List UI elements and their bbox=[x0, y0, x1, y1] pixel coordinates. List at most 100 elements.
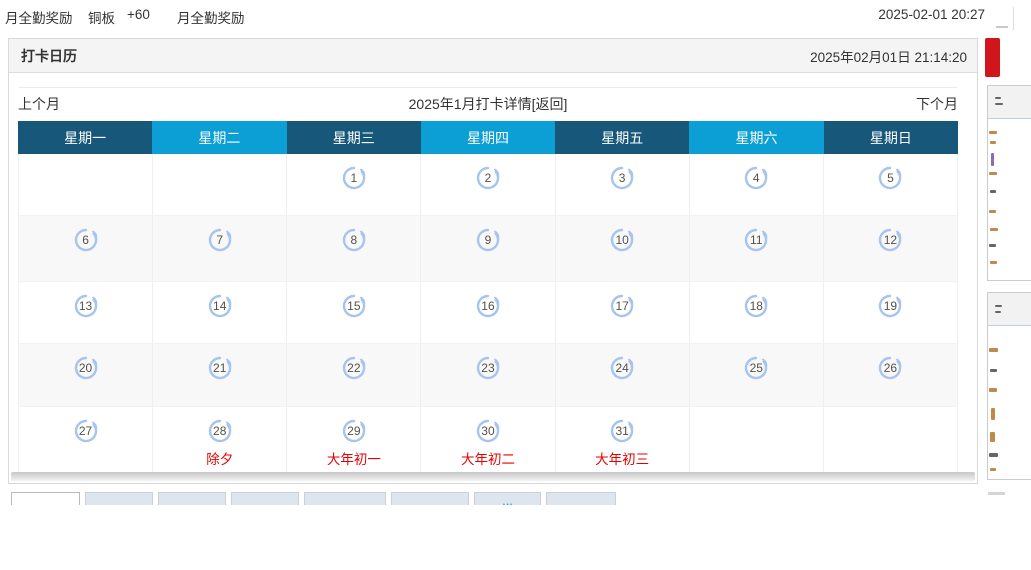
prev-month-link[interactable]: 上个月 bbox=[18, 94, 60, 114]
copper-coin-label: 铜板 bbox=[88, 11, 115, 26]
clipped-text-fragment bbox=[989, 131, 997, 134]
clipped-text-fragment bbox=[989, 244, 996, 247]
weekday-sun: 星期日 bbox=[823, 121, 958, 154]
day-status-icon: 11 bbox=[743, 227, 769, 253]
ellipsis-icon: ... bbox=[502, 493, 513, 505]
festival-label: 大年初三 bbox=[595, 452, 650, 467]
top-status-bar: 月全勤奖励 铜板 +60 月全勤奖励 2025-02-01 20:27 bbox=[0, 0, 1031, 30]
weekday-thu: 星期四 bbox=[420, 121, 556, 154]
topbar-datetime: 2025-02-01 20:27 bbox=[878, 7, 985, 22]
clipped-side-panel bbox=[987, 85, 1031, 281]
bottom-tab[interactable] bbox=[85, 492, 153, 505]
clipped-text-fragment bbox=[991, 408, 995, 420]
day-cell: 26 bbox=[823, 344, 958, 407]
weekday-wed: 星期三 bbox=[286, 121, 421, 154]
day-cell: 24 bbox=[555, 344, 690, 407]
day-status-icon: 10 bbox=[609, 227, 635, 253]
weekday-header-row: 星期一 星期二 星期三 星期四 星期五 星期六 星期日 bbox=[18, 121, 958, 154]
weekday-sat: 星期六 bbox=[689, 121, 824, 154]
day-status-icon: 1 bbox=[341, 165, 367, 191]
day-status-icon: 12 bbox=[877, 227, 903, 253]
bottom-tab-ellipsis[interactable]: ... bbox=[474, 492, 541, 505]
day-number: 14 bbox=[213, 299, 227, 313]
calendar-title[interactable]: 2025年1月打卡详情[返回] bbox=[409, 94, 568, 114]
day-cell: 27 bbox=[18, 407, 154, 477]
day-cell: 8 bbox=[287, 216, 422, 282]
day-status-icon: 2 bbox=[475, 165, 501, 191]
checkin-calendar-panel: 打卡日历 2025年02月01日 21:14:20 上个月 2025年1月打卡详… bbox=[8, 38, 978, 484]
day-number: 27 bbox=[78, 424, 93, 438]
day-cell: 20 bbox=[18, 344, 154, 407]
day-number: 1 bbox=[350, 171, 358, 185]
day-status-icon: 9 bbox=[475, 227, 501, 253]
bottom-tab[interactable] bbox=[391, 492, 469, 505]
day-cell: 14 bbox=[153, 282, 288, 344]
festival-label: 大年初一 bbox=[326, 452, 381, 467]
day-cell: 3 bbox=[555, 154, 690, 216]
day-cell: 18 bbox=[689, 282, 824, 344]
weekday-mon: 星期一 bbox=[18, 121, 153, 154]
day-cell: 5 bbox=[823, 154, 958, 216]
bottom-tab[interactable] bbox=[304, 492, 386, 505]
day-number: 26 bbox=[883, 361, 898, 375]
horizontal-scrollbar[interactable] bbox=[11, 472, 975, 481]
day-cell: 29 大年初一 bbox=[287, 407, 422, 477]
day-cell: 10 bbox=[555, 216, 690, 282]
festival-label: 除夕 bbox=[206, 452, 234, 467]
day-number: 8 bbox=[350, 233, 358, 247]
clipped-text-fragment bbox=[990, 468, 996, 471]
clipped-ui-dash bbox=[996, 26, 1008, 28]
reward-message-2: 月全勤奖励 bbox=[177, 11, 245, 26]
day-number: 30 bbox=[481, 424, 495, 438]
calendar-week-row: 20 21 22 23 24 25 26 bbox=[18, 344, 958, 407]
next-month-link[interactable]: 下个月 bbox=[916, 94, 958, 114]
bottom-tab[interactable] bbox=[158, 492, 226, 505]
bottom-tab[interactable] bbox=[231, 492, 299, 505]
panel-title: 打卡日历 bbox=[21, 47, 77, 64]
day-status-icon: 4 bbox=[743, 165, 769, 191]
day-status-icon: 20 bbox=[73, 355, 99, 381]
copper-coin-value: +60 bbox=[127, 7, 150, 22]
day-cell: 9 bbox=[421, 216, 556, 282]
day-number: 19 bbox=[883, 299, 898, 313]
red-vertical-button[interactable] bbox=[985, 38, 1000, 77]
day-number: 18 bbox=[749, 299, 763, 313]
day-cell: 1 bbox=[287, 154, 422, 216]
day-number: 12 bbox=[883, 233, 898, 247]
clipped-divider-line bbox=[1013, 7, 1014, 30]
day-cell: 19 bbox=[823, 282, 958, 344]
day-status-icon: 15 bbox=[341, 293, 367, 319]
day-cell: 13 bbox=[18, 282, 154, 344]
clipped-text-fragment bbox=[990, 190, 996, 193]
day-cell-empty bbox=[153, 154, 288, 216]
day-cell: 23 bbox=[421, 344, 556, 407]
day-status-icon: 16 bbox=[475, 293, 501, 319]
day-number: 6 bbox=[82, 233, 89, 247]
day-cell: 17 bbox=[555, 282, 690, 344]
day-number: 31 bbox=[615, 424, 629, 438]
day-number: 2 bbox=[484, 171, 492, 185]
calendar: 上个月 2025年1月打卡详情[返回] 下个月 星期一 星期二 星期三 星期四 … bbox=[18, 87, 958, 477]
bottom-tab-active[interactable] bbox=[11, 492, 80, 505]
day-number: 24 bbox=[615, 361, 629, 375]
day-cell-empty bbox=[18, 154, 154, 216]
day-status-icon: 19 bbox=[877, 293, 903, 319]
day-number: 7 bbox=[216, 233, 224, 247]
day-status-icon: 3 bbox=[609, 165, 635, 191]
calendar-nav: 上个月 2025年1月打卡详情[返回] 下个月 bbox=[18, 90, 958, 118]
day-status-icon: 26 bbox=[877, 355, 903, 381]
day-number: 29 bbox=[347, 424, 361, 438]
day-cell: 28 除夕 bbox=[153, 407, 288, 477]
clipped-text-fragment bbox=[995, 97, 1001, 99]
panel-datetime: 2025年02月01日 21:14:20 bbox=[810, 49, 967, 65]
bottom-tab[interactable] bbox=[546, 492, 616, 505]
weekday-fri: 星期五 bbox=[555, 121, 690, 154]
day-number: 23 bbox=[481, 361, 495, 375]
day-cell: 22 bbox=[287, 344, 422, 407]
panel-header: 打卡日历 2025年02月01日 21:14:20 bbox=[9, 39, 977, 73]
clipped-text-fragment bbox=[989, 453, 998, 457]
clipped-text-fragment bbox=[990, 228, 998, 231]
day-status-icon: 13 bbox=[73, 293, 99, 319]
day-status-icon: 30 bbox=[475, 418, 501, 444]
day-cell: 15 bbox=[287, 282, 422, 344]
